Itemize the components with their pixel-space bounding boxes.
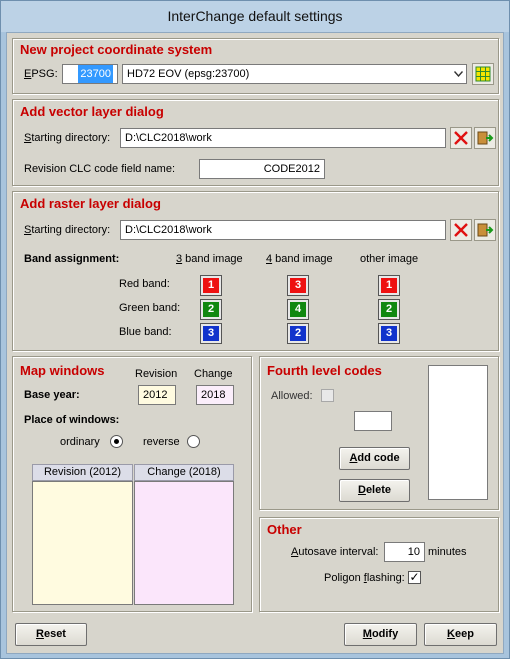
vector-dialog-group: Add vector layer dialog Starting directo… bbox=[12, 99, 499, 186]
col-other-header: other image bbox=[360, 253, 419, 265]
window-title: InterChange default settings bbox=[1, 1, 509, 32]
other-title: Other bbox=[267, 522, 302, 537]
minutes-label: minutes bbox=[428, 546, 467, 558]
project-crs-group: New project coordinate system EPSG: 2370… bbox=[12, 38, 499, 94]
revision-header: Revision bbox=[135, 368, 178, 380]
other-group: Other Autosave interval: 10 minutes Poli… bbox=[259, 517, 499, 612]
clear-icon[interactable] bbox=[450, 219, 472, 241]
red-band-label: Red band: bbox=[119, 278, 170, 290]
col-4band-header: 4 band image bbox=[266, 253, 333, 265]
blue-band-3band[interactable]: 3 bbox=[200, 323, 222, 344]
allowed-label: Allowed: bbox=[271, 390, 313, 402]
revision-column-header: Revision (2012) bbox=[32, 464, 133, 481]
settings-window: InterChange default settings New project… bbox=[0, 0, 510, 659]
map-windows-group: Map windows Revision Change Base year: 2… bbox=[12, 356, 252, 612]
open-folder-icon[interactable] bbox=[474, 219, 496, 241]
blue-band-4band[interactable]: 2 bbox=[287, 323, 309, 344]
chevron-down-icon[interactable] bbox=[450, 65, 466, 83]
fourth-level-codes-list[interactable] bbox=[428, 365, 488, 500]
vector-start-dir-input[interactable]: D:\CLC2018\work bbox=[120, 128, 446, 148]
keep-button[interactable]: Keep bbox=[424, 623, 497, 646]
green-band-4band[interactable]: 4 bbox=[287, 299, 309, 320]
autosave-input[interactable]: 10 bbox=[384, 542, 425, 562]
ordinary-radio[interactable] bbox=[110, 435, 123, 448]
modify-button[interactable]: Modify bbox=[344, 623, 417, 646]
change-windows-list[interactable] bbox=[134, 481, 234, 605]
epsg-label: EPSG: bbox=[24, 68, 58, 80]
code-input[interactable] bbox=[354, 411, 392, 431]
poligon-flashing-label: Poligon flashing: bbox=[324, 572, 405, 584]
grid-icon[interactable] bbox=[472, 63, 494, 85]
red-band-4band[interactable]: 3 bbox=[287, 275, 309, 296]
raster-dialog-title: Add raster layer dialog bbox=[20, 196, 161, 211]
blue-band-other[interactable]: 3 bbox=[378, 323, 400, 344]
fourth-level-title: Fourth level codes bbox=[267, 363, 382, 378]
revision-year-input[interactable]: 2012 bbox=[138, 385, 176, 405]
blue-band-label: Blue band: bbox=[119, 326, 172, 338]
clear-icon[interactable] bbox=[450, 127, 472, 149]
green-band-other[interactable]: 2 bbox=[378, 299, 400, 320]
red-band-3band[interactable]: 1 bbox=[200, 275, 222, 296]
green-band-label: Green band: bbox=[119, 302, 181, 314]
band-assignment-label: Band assignment: bbox=[24, 253, 120, 265]
red-band-other[interactable]: 1 bbox=[378, 275, 400, 296]
epsg-input[interactable]: 23700 bbox=[62, 64, 118, 84]
reverse-radio[interactable] bbox=[187, 435, 200, 448]
change-header: Change bbox=[194, 368, 233, 380]
project-crs-title: New project coordinate system bbox=[20, 42, 213, 57]
poligon-flashing-checkbox[interactable]: ✓ bbox=[408, 571, 421, 584]
delete-button[interactable]: Delete bbox=[339, 479, 410, 502]
fourth-level-group: Fourth level codes Allowed: Add code Del… bbox=[259, 356, 499, 510]
base-year-label: Base year: bbox=[24, 389, 80, 401]
green-band-3band[interactable]: 2 bbox=[200, 299, 222, 320]
reset-button[interactable]: Reset bbox=[15, 623, 87, 646]
allowed-checkbox[interactable] bbox=[321, 389, 334, 402]
raster-start-dir-label: Starting directory: bbox=[24, 224, 111, 236]
ordinary-label: ordinary bbox=[60, 436, 100, 448]
autosave-label: Autosave interval: bbox=[291, 546, 379, 558]
raster-dialog-group: Add raster layer dialog Starting directo… bbox=[12, 191, 499, 351]
reverse-label: reverse bbox=[143, 436, 180, 448]
vector-dialog-title: Add vector layer dialog bbox=[20, 104, 164, 119]
vector-start-dir-label: Starting directory: bbox=[24, 132, 111, 144]
revision-field-input[interactable]: CODE2012 bbox=[199, 159, 325, 179]
revision-field-label: Revision CLC code field name: bbox=[24, 163, 176, 175]
map-windows-title: Map windows bbox=[20, 363, 105, 378]
place-of-windows-label: Place of windows: bbox=[24, 414, 120, 426]
open-folder-icon[interactable] bbox=[474, 127, 496, 149]
change-year-input[interactable]: 2018 bbox=[196, 385, 234, 405]
raster-start-dir-input[interactable]: D:\CLC2018\work bbox=[120, 220, 446, 240]
col-3band-header: 3 band image bbox=[176, 253, 243, 265]
revision-windows-list[interactable] bbox=[32, 481, 133, 605]
add-code-button[interactable]: Add code bbox=[339, 447, 410, 470]
crs-dropdown-value: HD72 EOV (epsg:23700) bbox=[127, 68, 250, 80]
change-column-header: Change (2018) bbox=[134, 464, 234, 481]
dialog-client-area: New project coordinate system EPSG: 2370… bbox=[6, 32, 504, 654]
crs-dropdown[interactable]: HD72 EOV (epsg:23700) bbox=[122, 64, 467, 84]
